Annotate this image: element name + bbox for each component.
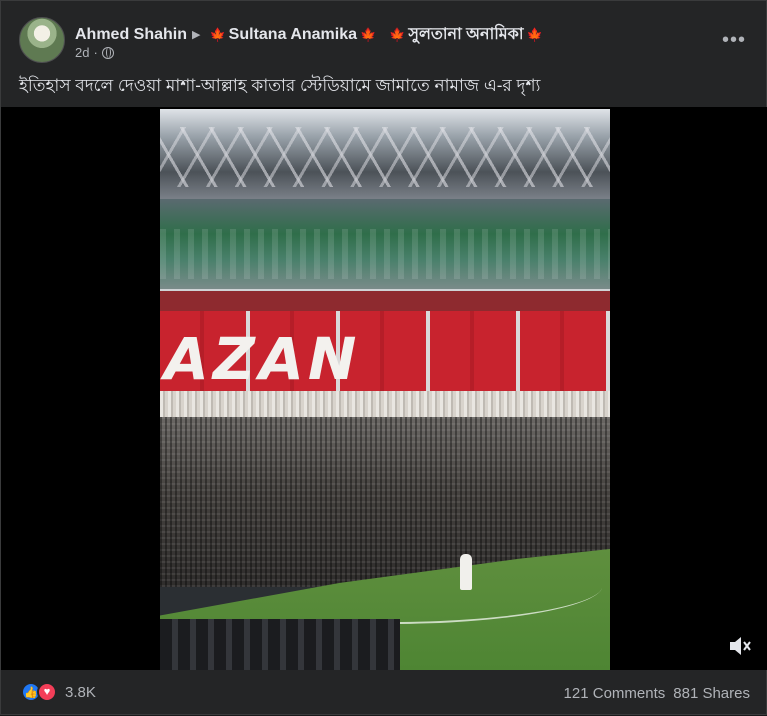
maple-leaf-icon: 🍁 bbox=[526, 26, 543, 42]
maple-leaf-icon: 🍁 bbox=[360, 26, 377, 42]
upper-stand bbox=[160, 199, 610, 299]
post-footer: 👍 ♥ 3.8K 121 Comments 881 Shares bbox=[1, 670, 767, 716]
stand-ring bbox=[160, 289, 610, 311]
triangle-right-icon: ▶ bbox=[192, 29, 201, 41]
globe-icon[interactable] bbox=[101, 46, 114, 59]
post-stats: 121 Comments 881 Shares bbox=[564, 685, 750, 702]
post-title: Ahmed Shahin ▶ 🍁 Sultana Anamika 🍁 🍁 সুল… bbox=[75, 21, 546, 48]
imam-figure bbox=[460, 554, 472, 590]
stand-lettering: AZAN bbox=[164, 325, 361, 393]
post-card: Ahmed Shahin ▶ 🍁 Sultana Anamika 🍁 🍁 সুল… bbox=[0, 0, 767, 715]
post-caption: ইতিহাস বদলে দেওয়া মাশা-আল্লাহ কাতার স্ট… bbox=[19, 76, 541, 95]
video-player[interactable]: AZAN bbox=[1, 107, 767, 670]
comments-count[interactable]: 121 Comments bbox=[564, 685, 666, 702]
speaker-muted-icon[interactable] bbox=[726, 633, 752, 659]
maple-leaf-icon: 🍁 bbox=[389, 26, 406, 42]
video-frame[interactable]: AZAN bbox=[160, 109, 610, 670]
shares-count[interactable]: 881 Shares bbox=[673, 685, 750, 702]
separator-dot: · bbox=[93, 45, 98, 60]
post-meta: 2d · bbox=[75, 45, 114, 60]
front-row bbox=[160, 619, 400, 670]
author-avatar[interactable] bbox=[19, 17, 65, 63]
post-header: Ahmed Shahin ▶ 🍁 Sultana Anamika 🍁 🍁 সুল… bbox=[19, 15, 749, 65]
target-name-bangla[interactable]: সুলতানা অনামিকা bbox=[408, 21, 523, 48]
reaction-count[interactable]: 3.8K bbox=[65, 684, 96, 701]
post-time[interactable]: 2d bbox=[75, 45, 89, 60]
more-dots-icon[interactable]: ••• bbox=[719, 25, 749, 55]
reactions[interactable]: 👍 ♥ 3.8K bbox=[21, 682, 96, 702]
author-name[interactable]: Ahmed Shahin bbox=[75, 26, 187, 44]
maple-leaf-icon: 🍁 bbox=[209, 26, 226, 42]
target-name[interactable]: Sultana Anamika bbox=[229, 26, 357, 44]
heart-icon[interactable]: ♥ bbox=[37, 682, 57, 702]
roof-truss bbox=[160, 127, 610, 187]
